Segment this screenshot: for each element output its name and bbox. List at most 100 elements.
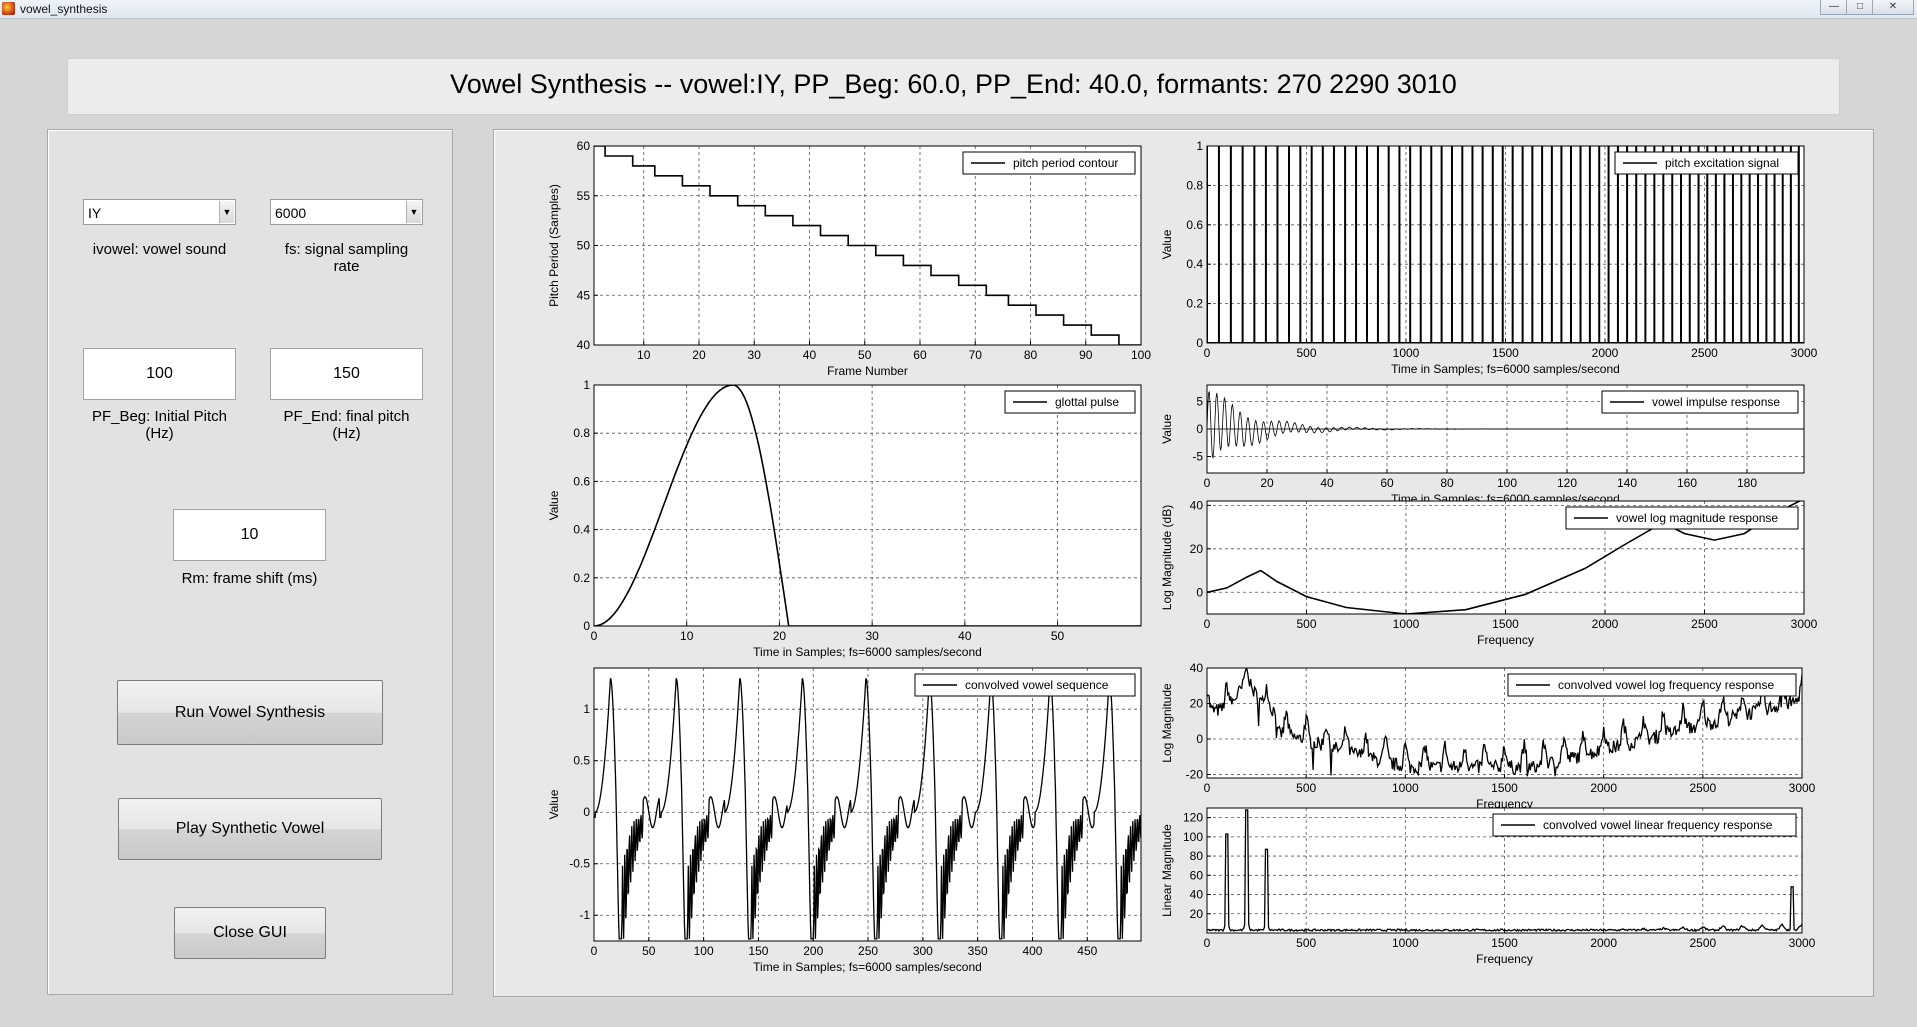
y-tick-label: 0.5 bbox=[573, 754, 590, 768]
x-axis-label: Time in Samples; fs=6000 samples/second bbox=[1391, 362, 1620, 376]
x-tick-label: 40 bbox=[1320, 476, 1334, 490]
lin-freq-resp-chart: 0 500 1000 1500 2000 2500 3000 20 40 60 80 100 120 Fr… bbox=[1160, 807, 1816, 966]
y-tick-label: 20 bbox=[1190, 696, 1204, 710]
x-tick-label: 1500 bbox=[1492, 617, 1519, 631]
y-axis-label: Linear Magnitude bbox=[1160, 824, 1174, 917]
x-tick-label: 2500 bbox=[1691, 617, 1718, 631]
x-tick-label: 100 bbox=[1131, 348, 1151, 362]
x-tick-label: 0 bbox=[591, 629, 598, 643]
x-tick-label: 2000 bbox=[1590, 936, 1617, 950]
legend-label: convolved vowel log frequency response bbox=[1558, 678, 1774, 692]
x-tick-label: 0 bbox=[1204, 617, 1211, 631]
y-tick-label: 0 bbox=[583, 805, 590, 819]
y-tick-label: 100 bbox=[1183, 830, 1203, 844]
x-tick-label: 1500 bbox=[1491, 781, 1518, 795]
x-tick-label: 1000 bbox=[1393, 617, 1420, 631]
x-tick-label: 20 bbox=[692, 348, 706, 362]
legend-label: vowel log magnitude response bbox=[1616, 511, 1778, 525]
x-tick-label: 60 bbox=[1380, 476, 1394, 490]
x-tick-label: 50 bbox=[642, 944, 656, 958]
y-tick-label: 1 bbox=[583, 702, 590, 716]
maximize-icon[interactable]: □ bbox=[1846, 0, 1874, 15]
figure-area: Vowel Synthesis -- vowel:IY, PP_Beg: 60.… bbox=[0, 19, 1917, 1027]
y-tick-label: 0 bbox=[1196, 336, 1203, 350]
x-tick-label: 1000 bbox=[1392, 936, 1419, 950]
y-tick-label: -1 bbox=[579, 908, 590, 922]
legend-label: glottal pulse bbox=[1055, 395, 1119, 409]
legend-label: convolved vowel linear frequency respons… bbox=[1543, 818, 1773, 832]
x-tick-label: 3000 bbox=[1789, 936, 1816, 950]
window-title: vowel_synthesis bbox=[20, 2, 108, 16]
x-tick-label: 160 bbox=[1677, 476, 1697, 490]
y-axis-label: Log Magnitude bbox=[1160, 683, 1174, 763]
y-tick-label: 60 bbox=[1190, 868, 1204, 882]
y-tick-label: 0.2 bbox=[573, 571, 590, 585]
y-axis-label: Pitch Period (Samples) bbox=[547, 184, 561, 307]
y-tick-label: 20 bbox=[1190, 542, 1204, 556]
x-tick-label: 150 bbox=[748, 944, 768, 958]
x-tick-label: 120 bbox=[1557, 476, 1577, 490]
x-axis-label: Time in Samples; fs=6000 samples/second bbox=[753, 645, 982, 659]
x-tick-label: 3000 bbox=[1791, 617, 1818, 631]
x-tick-label: 40 bbox=[958, 629, 972, 643]
minimize-icon[interactable]: — bbox=[1820, 0, 1848, 15]
x-tick-label: 0 bbox=[1204, 781, 1211, 795]
x-tick-label: 80 bbox=[1024, 348, 1038, 362]
x-tick-label: 2500 bbox=[1689, 781, 1716, 795]
y-tick-label: 0.6 bbox=[1186, 218, 1203, 232]
plot-area bbox=[594, 385, 1141, 626]
y-tick-label: 1 bbox=[1196, 139, 1203, 153]
close-window-icon[interactable]: ✕ bbox=[1872, 0, 1914, 15]
x-tick-label: 350 bbox=[968, 944, 988, 958]
x-tick-label: 500 bbox=[1296, 936, 1316, 950]
x-tick-label: 20 bbox=[773, 629, 787, 643]
x-axis-label: Frequency bbox=[1477, 633, 1534, 647]
y-tick-label: 120 bbox=[1183, 811, 1203, 825]
pitch-contour-chart: 10 20 30 40 50 60 70 80 90 100 40 45 50 55 60 Frame Num… bbox=[547, 139, 1151, 378]
y-tick-label: -5 bbox=[1192, 450, 1203, 464]
x-tick-label: 100 bbox=[1497, 476, 1517, 490]
legend-label: pitch period contour bbox=[1013, 156, 1118, 170]
y-tick-label: 5 bbox=[1196, 395, 1203, 409]
y-axis-label: Value bbox=[1160, 414, 1174, 444]
y-tick-label: 45 bbox=[577, 288, 591, 302]
x-tick-label: 0 bbox=[591, 944, 598, 958]
y-tick-label: 50 bbox=[577, 239, 591, 253]
x-tick-label: 450 bbox=[1077, 944, 1097, 958]
x-tick-label: 2000 bbox=[1592, 617, 1619, 631]
x-tick-label: 90 bbox=[1079, 348, 1093, 362]
x-tick-label: 60 bbox=[913, 348, 927, 362]
x-tick-label: 30 bbox=[748, 348, 762, 362]
x-tick-label: 2500 bbox=[1689, 936, 1716, 950]
legend-label: convolved vowel sequence bbox=[965, 678, 1109, 692]
x-axis-label: Time in Samples; fs=6000 samples/second bbox=[753, 960, 982, 974]
pitch-excitation-chart: 0 500 1000 1500 2000 2500 3000 0 0.2 0.4 0.6 0.8 1 Ti… bbox=[1160, 139, 1818, 376]
x-tick-label: 70 bbox=[969, 348, 983, 362]
x-tick-label: 50 bbox=[858, 348, 872, 362]
y-tick-label: 40 bbox=[1190, 661, 1204, 675]
y-tick-label: 1 bbox=[583, 378, 590, 392]
log-freq-resp-chart: 0 500 1000 1500 2000 2500 3000-2002040Frequenc… bbox=[1160, 661, 1816, 811]
x-tick-label: 0 bbox=[1204, 476, 1211, 490]
y-tick-label: 0 bbox=[1196, 732, 1203, 746]
x-tick-label: 10 bbox=[680, 629, 694, 643]
y-tick-label: 0 bbox=[583, 619, 590, 633]
plots-canvas: 10 20 30 40 50 60 70 80 90 1004045505560Frame Num… bbox=[547, 139, 1818, 974]
x-tick-label: 2500 bbox=[1691, 346, 1718, 360]
y-tick-label: 40 bbox=[577, 338, 591, 352]
x-tick-label: 10 bbox=[637, 348, 651, 362]
conv-sequence-chart: 0 50 100 150 200 250 300 350 400 450 -1 -0.5 0 0.5 1 Ti… bbox=[547, 667, 1142, 974]
y-tick-label: 0.8 bbox=[573, 426, 590, 440]
x-axis-label: Frequency bbox=[1476, 952, 1533, 966]
y-tick-label: 0.2 bbox=[1186, 297, 1203, 311]
y-tick-label: 0.4 bbox=[1186, 257, 1203, 271]
y-tick-label: 40 bbox=[1190, 498, 1204, 512]
y-axis-label: Log Magnitude (dB) bbox=[1160, 505, 1174, 610]
x-tick-label: 3000 bbox=[1791, 346, 1818, 360]
x-tick-label: 2000 bbox=[1590, 781, 1617, 795]
x-tick-label: 1500 bbox=[1491, 936, 1518, 950]
x-axis-label: Frame Number bbox=[827, 364, 908, 378]
x-tick-label: 1000 bbox=[1393, 346, 1420, 360]
x-tick-label: 500 bbox=[1296, 781, 1316, 795]
x-tick-label: 80 bbox=[1440, 476, 1454, 490]
